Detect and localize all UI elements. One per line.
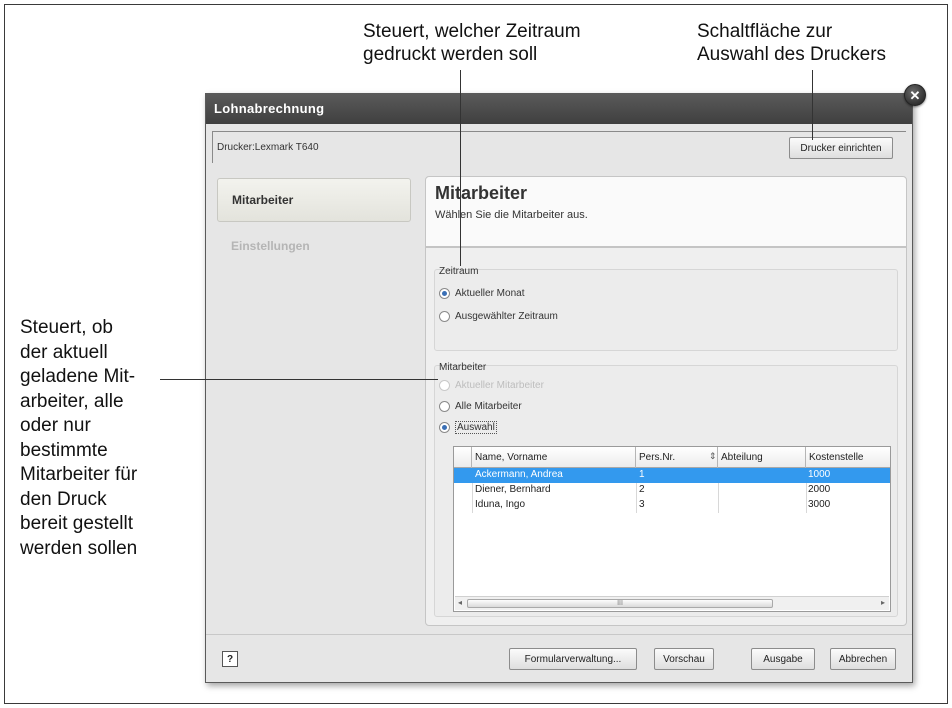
content-subtitle: Wählen Sie die Mitarbeiter aus. [435, 209, 588, 221]
sort-icon: ⇕ [709, 451, 717, 461]
callout-zeitraum-line-1: Steuert, welcher Zeitraum [363, 21, 581, 42]
dialog-titlebar[interactable]: Lohnabrechnung [206, 94, 912, 124]
table-row[interactable]: Iduna, Ingo 3 3000 [454, 498, 890, 513]
nav-item-mitarbeiter[interactable]: Mitarbeiter [217, 178, 411, 222]
abbrechen-button[interactable]: Abbrechen [830, 648, 896, 670]
callout-drucker-line-2: Auswahl des Druckers [697, 44, 887, 65]
group-zeitraum-label: Zeitraum [439, 266, 479, 277]
horizontal-scrollbar[interactable]: ◂ III ▸ [455, 596, 889, 610]
help-icon[interactable]: ? [222, 651, 238, 667]
callout-mitarbeiter-line: werden sollen [20, 537, 138, 559]
cell-persnr: 1 [639, 469, 645, 480]
cell-persnr: 2 [639, 484, 645, 495]
group-mitarbeiter-label: Mitarbeiter [439, 362, 487, 373]
nav-item-einstellungen[interactable]: Einstellungen [231, 239, 310, 253]
column-header-kostenstelle[interactable]: Kostenstelle [806, 447, 890, 468]
radio-label: Ausgewählter Zeitraum [455, 311, 558, 322]
callout-mitarbeiter-line: geladene Mit- [20, 366, 136, 387]
column-divider [806, 483, 807, 513]
employee-table[interactable]: Name, Vorname Pers.Nr. ⇕ Abteilung Koste… [453, 446, 891, 612]
cell-name: Diener, Bernhard [475, 484, 551, 495]
callout-mitarbeiter-line: bestimmte [20, 439, 108, 461]
callout-drucker-line-1: Schaltfläche zur [697, 21, 833, 42]
table-row[interactable]: Ackermann, Andrea 1 1000 [454, 468, 890, 483]
formularverwaltung-button[interactable]: Formularverwaltung... [509, 648, 637, 670]
content-title: Mitarbeiter [435, 183, 528, 203]
cell-persnr: 3 [639, 499, 645, 510]
dialog-lohnabrechnung: Lohnabrechnung Drucker:Lexmark T640 Druc… [205, 93, 913, 683]
close-icon[interactable]: ✕ [904, 84, 926, 106]
cell-name: Iduna, Ingo [475, 499, 526, 510]
radio-ausgewaehlter-zeitraum[interactable]: Ausgewählter Zeitraum [439, 311, 558, 322]
printer-bar: Drucker:Lexmark T640 Drucker einrichten [212, 131, 906, 163]
leader-line-zeitraum [460, 70, 461, 266]
callout-mitarbeiter-line: bereit gestellt [20, 513, 134, 534]
callout-zeitraum: Steuert, welcher Zeitraum gedruckt werde… [363, 20, 581, 66]
radio-selected-icon [439, 288, 450, 299]
radio-aktueller-mitarbeiter: Aktueller Mitarbeiter [439, 380, 544, 391]
scroll-right-icon[interactable]: ▸ [881, 598, 885, 607]
content-panel: Mitarbeiter Wählen Sie die Mitarbeiter a… [425, 176, 907, 626]
callout-zeitraum-line-2: gedruckt werden soll [363, 44, 538, 65]
table-row[interactable]: Diener, Bernhard 2 2000 [454, 483, 890, 498]
radio-label: Aktueller Monat [455, 288, 525, 299]
ausgabe-button[interactable]: Ausgabe [751, 648, 815, 670]
radio-unselected-icon [439, 311, 450, 322]
column-divider [718, 483, 719, 513]
leader-line-mitarbeiter [160, 379, 438, 380]
callout-mitarbeiter-line: Steuert, ob [20, 317, 113, 338]
column-header-abteilung[interactable]: Abteilung [718, 447, 806, 468]
radio-label: Auswahl [455, 421, 497, 434]
cell-kostenstelle: 3000 [808, 499, 831, 510]
vorschau-button[interactable]: Vorschau [654, 648, 714, 670]
table-header: Name, Vorname Pers.Nr. ⇕ Abteilung Koste… [454, 447, 890, 468]
radio-label: Alle Mitarbeiter [455, 401, 522, 412]
leader-line-drucker [812, 70, 813, 140]
content-header: Mitarbeiter Wählen Sie die Mitarbeiter a… [426, 177, 906, 248]
scroll-left-icon[interactable]: ◂ [458, 598, 462, 607]
radio-disabled-icon [439, 380, 450, 391]
callout-mitarbeiter-line: der aktuell [20, 341, 108, 363]
callout-mitarbeiter-line: oder nur [20, 415, 91, 436]
dialog-title: Lohnabrechnung [214, 101, 325, 116]
callout-mitarbeiter: Steuert, ob der aktuell geladene Mit- ar… [20, 316, 137, 561]
column-header-persnr[interactable]: Pers.Nr. [636, 447, 718, 468]
cell-name: Ackermann, Andrea [475, 469, 563, 480]
callout-drucker: Schaltfläche zur Auswahl des Druckers [697, 20, 886, 66]
radio-alle-mitarbeiter[interactable]: Alle Mitarbeiter [439, 401, 522, 412]
table-header-rowselector [454, 447, 472, 468]
radio-selected-icon [439, 422, 450, 433]
footer-divider [206, 634, 912, 635]
group-zeitraum: Zeitraum Aktueller Monat Ausgewählter Ze… [434, 266, 898, 351]
printer-label: Drucker:Lexmark T640 [217, 142, 319, 153]
column-divider [636, 483, 637, 513]
callout-mitarbeiter-line: arbeiter, alle [20, 390, 124, 412]
printer-setup-button[interactable]: Drucker einrichten [789, 137, 893, 159]
scrollbar-thumb[interactable]: III [467, 599, 773, 608]
column-divider [472, 483, 473, 513]
radio-unselected-icon [439, 401, 450, 412]
callout-mitarbeiter-line: den Druck [20, 488, 107, 510]
cell-kostenstelle: 1000 [808, 469, 831, 480]
radio-auswahl[interactable]: Auswahl [439, 421, 497, 434]
column-header-name[interactable]: Name, Vorname [472, 447, 636, 468]
cell-kostenstelle: 2000 [808, 484, 831, 495]
radio-aktueller-monat[interactable]: Aktueller Monat [439, 288, 524, 299]
group-mitarbeiter: Mitarbeiter Aktueller Mitarbeiter Alle M… [434, 362, 898, 617]
radio-label: Aktueller Mitarbeiter [455, 380, 544, 391]
callout-mitarbeiter-line: Mitarbeiter für [20, 464, 138, 485]
